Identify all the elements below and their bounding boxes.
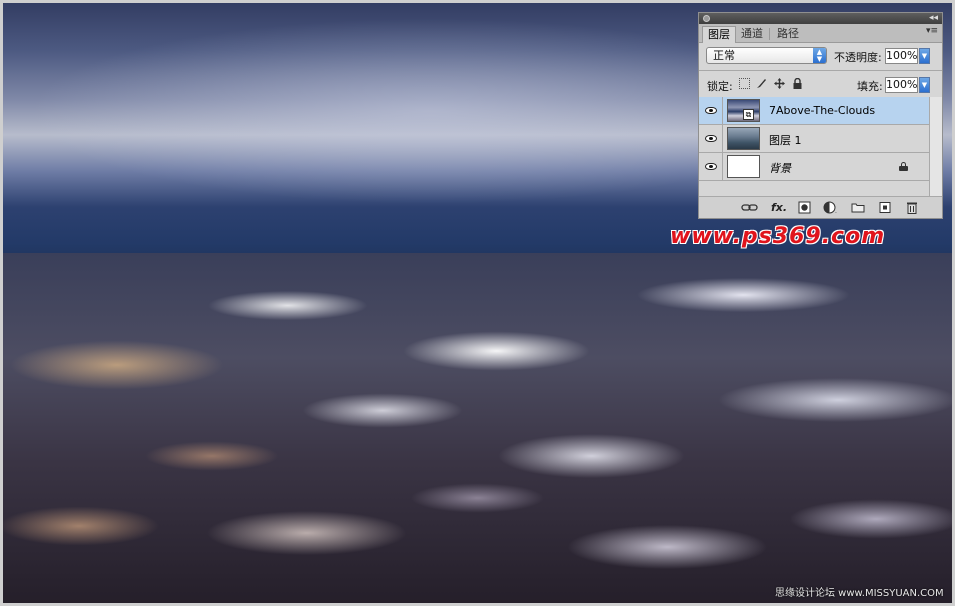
svg-text:.: . (835, 208, 837, 214)
eye-icon (705, 107, 717, 114)
collapse-icon[interactable]: ◂◂ (929, 12, 938, 24)
layer-lock-icon (899, 162, 908, 171)
smart-object-icon: ⧉ (743, 109, 754, 120)
layer-name[interactable]: 7Above-The-Clouds (769, 104, 875, 117)
fill-input[interactable]: 100% (885, 77, 918, 93)
lock-move-icon[interactable] (774, 78, 785, 89)
credit-watermark: 思缘设计论坛 www.MISSYUAN.COM (775, 588, 944, 599)
adjustment-icon[interactable]: . (823, 201, 839, 215)
blend-mode-value: 正常 (713, 49, 735, 62)
fill-label: 填充: (857, 80, 883, 93)
tab-channels[interactable]: 通道 (736, 26, 768, 42)
blend-mode-select[interactable]: 正常 ▲ ▼ (706, 47, 827, 64)
layer-name[interactable]: 背景 (769, 160, 791, 176)
tab-layers[interactable]: 图层 (702, 26, 736, 43)
fx-label: fx (770, 201, 783, 214)
layers-bottom-bar: fx. . (699, 196, 942, 218)
eye-icon (705, 135, 717, 142)
layer-name[interactable]: 图层 1 (769, 132, 802, 148)
fx-icon[interactable]: fx. (770, 201, 788, 214)
layer-row-7above-the-clouds[interactable]: ⧉ 7Above-The-Clouds (699, 97, 929, 125)
fill-dropdown-icon[interactable]: ▼ (919, 77, 930, 93)
eye-icon (705, 163, 717, 170)
mask-icon[interactable] (797, 201, 811, 214)
visibility-toggle[interactable] (699, 125, 723, 152)
lock-transparent-icon[interactable] (739, 78, 750, 89)
visibility-toggle[interactable] (699, 153, 723, 180)
close-icon[interactable] (703, 15, 710, 22)
layer-thumbnail (727, 127, 760, 150)
trash-icon[interactable] (905, 201, 919, 214)
cloud-photo (3, 253, 952, 603)
panel-titlebar[interactable]: ◂◂ (699, 13, 942, 24)
lock-brush-icon[interactable] (756, 78, 767, 89)
panel-menu-icon[interactable]: ▾≡ (926, 26, 938, 36)
select-arrows-icon: ▲ ▼ (813, 48, 826, 63)
lock-all-icon[interactable] (792, 77, 803, 89)
link-icon[interactable] (741, 201, 759, 214)
layers-panel: ◂◂ 图层 通道 路径 ▾≡ 正常 ▲ ▼ 不透明度: 100% ▼ 锁定: 填充… (698, 12, 943, 219)
tab-separator (769, 28, 770, 40)
layers-scrollbar[interactable] (929, 97, 942, 197)
layers-list: ⧉ 7Above-The-Clouds 图层 1 背景 (699, 97, 929, 197)
panel-tabs: 图层 通道 路径 ▾≡ (699, 24, 942, 43)
site-watermark: www.ps369.com (670, 224, 886, 249)
new-layer-icon[interactable] (878, 201, 892, 214)
layer-thumbnail: ⧉ (727, 99, 760, 122)
divider (699, 70, 942, 71)
layer-row-layer-1[interactable]: 图层 1 (699, 125, 929, 153)
layer-row-background[interactable]: 背景 (699, 153, 929, 181)
layer-thumbnail (727, 155, 760, 178)
tab-paths[interactable]: 路径 (772, 26, 804, 42)
opacity-label: 不透明度: (834, 51, 882, 64)
opacity-dropdown-icon[interactable]: ▼ (919, 48, 930, 64)
visibility-toggle[interactable] (699, 97, 723, 124)
opacity-input[interactable]: 100% (885, 48, 918, 64)
folder-icon[interactable] (851, 201, 865, 214)
lock-label: 锁定: (707, 80, 733, 93)
fx-dropdown-dot: . (782, 201, 788, 214)
